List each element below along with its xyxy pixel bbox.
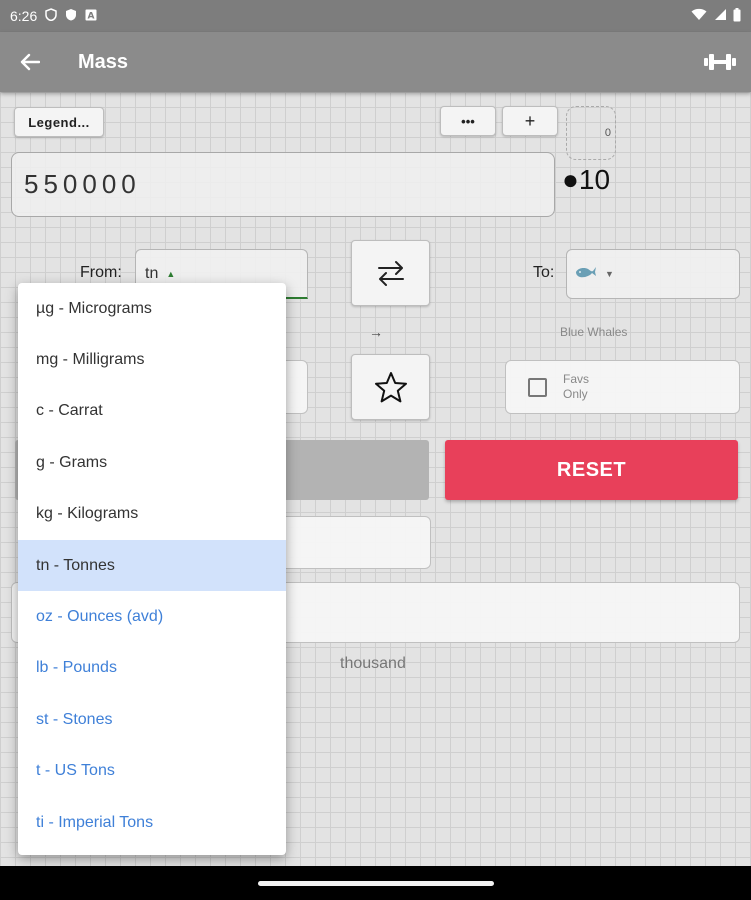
status-bar: 6:26 A — [0, 0, 751, 32]
page-title: Mass — [78, 50, 129, 73]
counter-box: 0 — [566, 106, 616, 160]
to-unit-select[interactable]: ▼ — [566, 249, 740, 299]
caret-down-icon: ▼ — [605, 269, 614, 279]
legend-button[interactable]: Legend... — [14, 107, 104, 137]
dropdown-item[interactable]: kg - Kilograms — [18, 489, 286, 540]
status-time: 6:26 — [10, 8, 38, 24]
dropdown-item[interactable]: g - Grams — [18, 437, 286, 488]
more-button[interactable]: ••• — [440, 106, 496, 136]
dropdown-item[interactable]: st - Stones — [18, 694, 286, 745]
from-label: From: — [80, 264, 122, 281]
to-unit-caption: Blue Whales — [560, 325, 628, 339]
navigation-bar — [0, 866, 751, 900]
plus-button[interactable]: + — [502, 106, 558, 136]
shield-fill-icon — [65, 8, 77, 24]
from-unit-value: tn — [145, 264, 159, 282]
to-label: To: — [533, 264, 555, 281]
result-words: thousand — [340, 655, 406, 672]
direction-arrow: → — [369, 324, 383, 340]
reset-button[interactable]: RESET — [445, 440, 738, 500]
dropdown-item[interactable]: µg - Micrograms — [18, 283, 286, 334]
exponent-label[interactable]: ●10 — [562, 164, 610, 196]
signal-icon — [713, 8, 727, 24]
a-box-icon: A — [85, 8, 97, 24]
value-input[interactable]: 550000 — [11, 152, 555, 217]
favorite-button[interactable] — [351, 354, 430, 420]
caret-up-icon: ▲ — [166, 268, 176, 279]
wifi-icon — [691, 8, 707, 24]
swap-button[interactable] — [351, 240, 430, 306]
home-gesture-handle[interactable] — [258, 881, 494, 886]
from-unit-dropdown: µg - Micrograms mg - Milligrams c - Carr… — [18, 283, 286, 855]
dropdown-item[interactable]: ti - Imperial Tons — [18, 797, 286, 848]
dropdown-item[interactable]: oz - Ounces (avd) — [18, 591, 286, 642]
swap-arrows-icon — [377, 261, 404, 286]
app-bar: Mass — [0, 32, 751, 92]
favs-only-checkbox[interactable] — [528, 377, 547, 397]
dumbbell-icon[interactable] — [689, 32, 751, 92]
converter-content: Legend... ••• + 0 550000 ●10 From: tn ▲ … — [0, 92, 751, 866]
favs-only-label: Favs Only — [563, 372, 590, 401]
favs-only-toggle[interactable]: Favs Only — [505, 360, 740, 414]
svg-text:A: A — [88, 12, 95, 22]
dropdown-item[interactable]: mg - Milligrams — [18, 334, 286, 385]
whale-icon — [575, 265, 597, 284]
arrow-left-icon[interactable] — [0, 32, 60, 92]
dropdown-item[interactable]: t - US Tons — [18, 746, 286, 797]
dropdown-item[interactable]: lb - Pounds — [18, 643, 286, 694]
battery-icon — [733, 7, 741, 25]
dropdown-item-selected[interactable]: tn - Tonnes — [18, 539, 286, 592]
star-icon — [374, 372, 407, 403]
dropdown-item[interactable]: c - Carrat — [18, 386, 286, 437]
shield-icon — [45, 8, 57, 24]
